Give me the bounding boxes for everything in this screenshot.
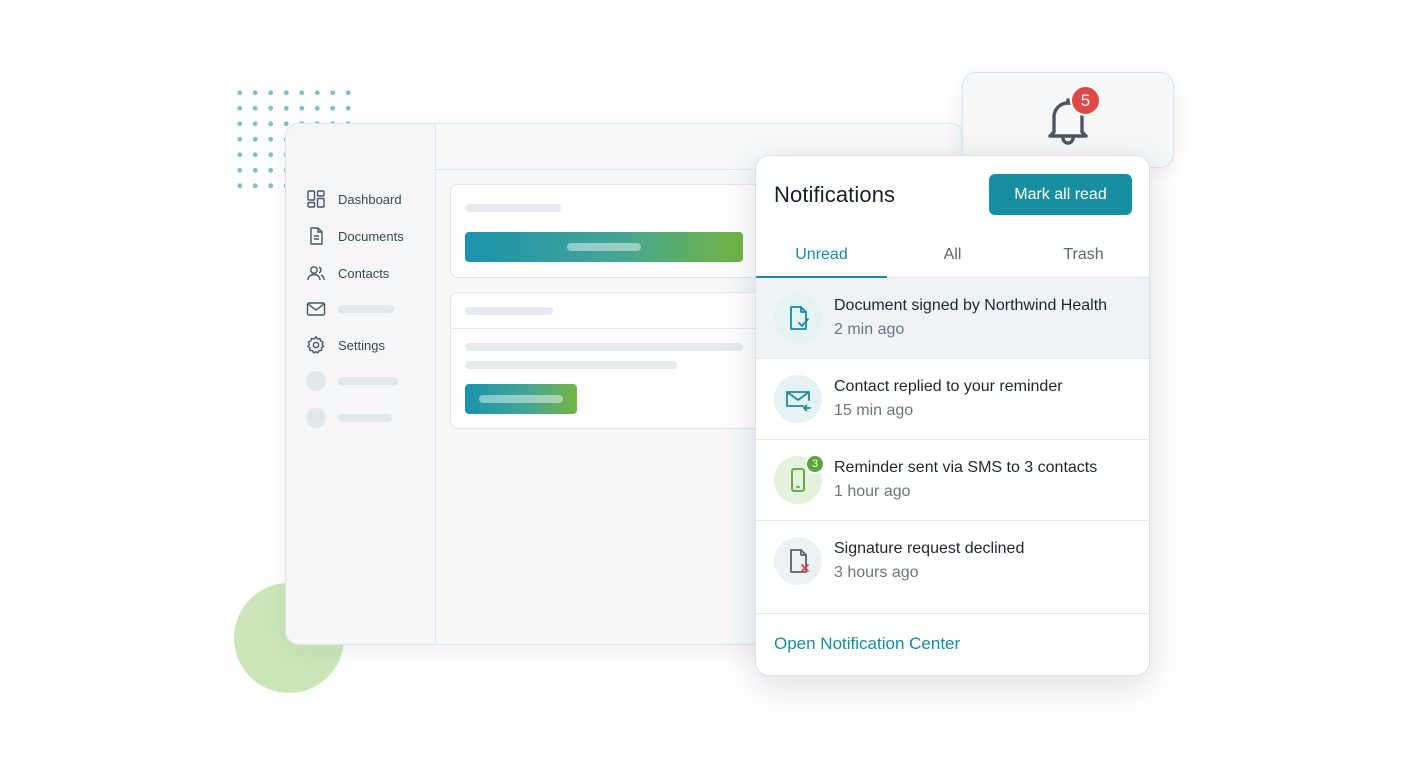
- placeholder-bar: [338, 377, 398, 385]
- primary-action-bar[interactable]: [465, 232, 743, 262]
- sidebar-item-contacts[interactable]: Contacts: [306, 260, 389, 286]
- notification-icon-circle: [774, 537, 822, 585]
- mail-reply-icon: [786, 391, 811, 412]
- notification-item[interactable]: Signature request declined 3 hours ago: [756, 521, 1149, 602]
- sidebar-item-dashboard[interactable]: Dashboard: [306, 186, 402, 212]
- skeleton-line: [465, 307, 553, 315]
- sidebar-item-label: Settings: [338, 337, 385, 353]
- tab-unread[interactable]: Unread: [756, 240, 887, 279]
- sidebar-item-label: Documents: [338, 228, 404, 244]
- placeholder-dot: [306, 371, 326, 391]
- secondary-action-bar[interactable]: [465, 384, 577, 414]
- mark-all-read-button[interactable]: Mark all read: [989, 174, 1132, 215]
- document-signed-icon: [790, 306, 809, 330]
- notification-time: 2 min ago: [834, 321, 905, 338]
- placeholder-bar: [338, 414, 392, 422]
- sidebar-item-label: Contacts: [338, 265, 390, 281]
- gear-icon: [307, 336, 325, 354]
- notification-title: Signature request declined: [834, 540, 1025, 557]
- notifications-title: Notifications: [774, 182, 896, 207]
- mail-icon: [306, 302, 326, 316]
- sidebar-item-placeholder: [338, 305, 394, 313]
- bar-label-placeholder: [479, 395, 563, 403]
- sidebar-item-messages[interactable]: [306, 296, 394, 322]
- notification-time: 3 hours ago: [834, 564, 919, 581]
- bar-label-placeholder: [567, 243, 641, 251]
- open-notification-center-link[interactable]: Open Notification Center: [774, 634, 960, 654]
- notification-time: 1 hour ago: [834, 483, 911, 500]
- sidebar-item-placeholder: [306, 405, 392, 431]
- sms-count-badge: 3: [805, 454, 825, 474]
- notification-icon-circle: 3: [774, 454, 825, 504]
- sidebar-item-settings[interactable]: Settings: [306, 332, 385, 358]
- notification-icon-circle: [774, 375, 822, 423]
- skeleton-line: [465, 204, 561, 212]
- document-declined-icon: [790, 549, 809, 573]
- content-card: [450, 292, 770, 429]
- document-icon: [310, 227, 323, 245]
- notification-title: Reminder sent via SMS to 3 contacts: [834, 459, 1098, 476]
- notification-item[interactable]: 3 Reminder sent via SMS to 3 contacts 1 …: [756, 440, 1149, 521]
- sidebar-item-placeholder: [306, 368, 398, 394]
- sidebar: Dashboard Documents Contacts Settings: [286, 124, 436, 644]
- sidebar-item-documents[interactable]: Documents: [306, 223, 404, 249]
- skeleton-line: [465, 343, 743, 351]
- placeholder-dot: [306, 408, 326, 428]
- notification-icon-circle: [774, 294, 822, 342]
- notifications-panel: Notifications Mark all read Unread All T…: [755, 155, 1150, 676]
- sidebar-item-label: Dashboard: [338, 191, 402, 207]
- notification-item[interactable]: Document signed by Northwind Health 2 mi…: [756, 278, 1149, 359]
- notification-title: Document signed by Northwind Health: [834, 297, 1108, 314]
- tab-trash[interactable]: Trash: [1018, 240, 1149, 278]
- card-divider: [451, 328, 769, 329]
- notification-title: Contact replied to your reminder: [834, 378, 1063, 395]
- notifications-footer: Open Notification Center: [756, 613, 1149, 675]
- skeleton-line: [465, 361, 677, 369]
- dashboard-icon: [307, 190, 325, 208]
- content-card: [450, 184, 770, 278]
- notification-tabs: Unread All Trash: [756, 240, 1149, 279]
- tab-all[interactable]: All: [887, 240, 1018, 278]
- notification-time: 15 min ago: [834, 402, 914, 419]
- contacts-icon: [307, 266, 325, 281]
- notification-item[interactable]: Contact replied to your reminder 15 min …: [756, 359, 1149, 440]
- notification-count-badge: 5: [1070, 85, 1101, 116]
